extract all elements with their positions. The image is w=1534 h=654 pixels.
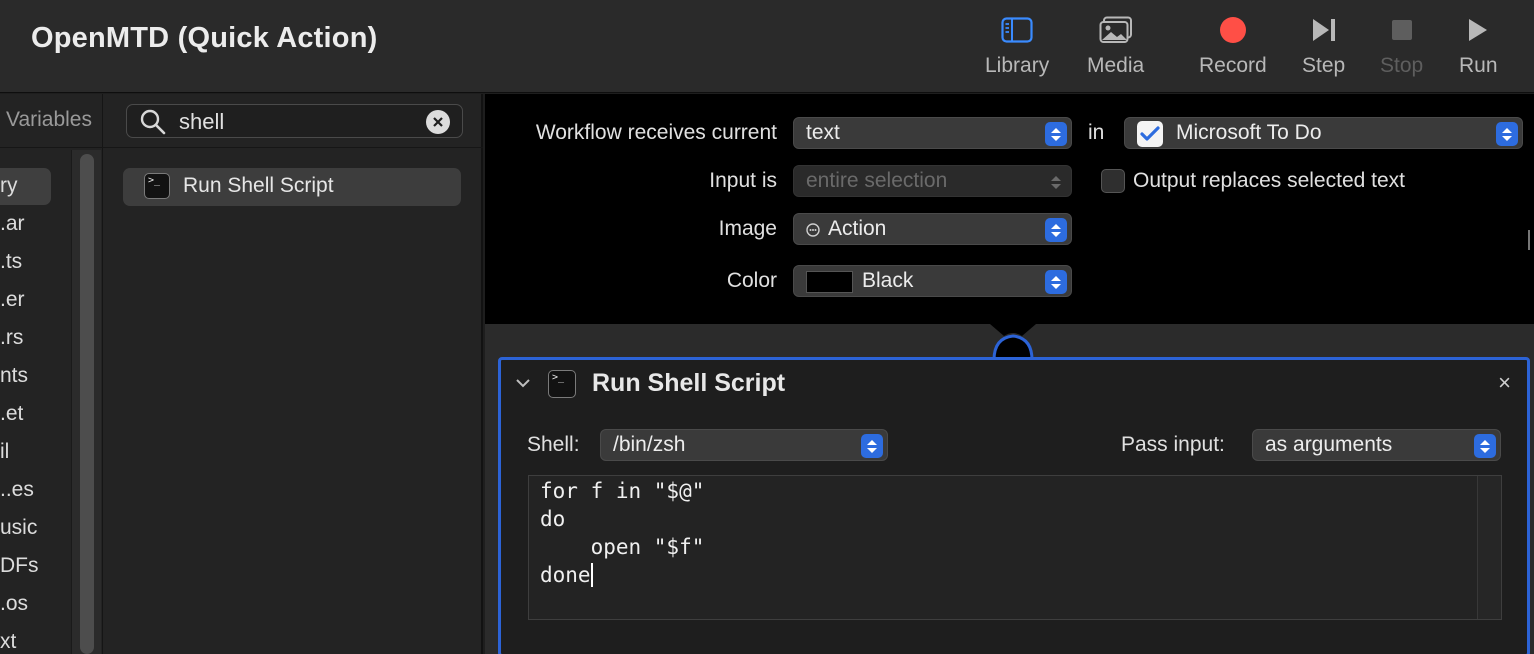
receives-popup[interactable]: text [793, 117, 1072, 149]
action-list-item-label: Run Shell Script [183, 174, 334, 197]
collapse-chevron-icon[interactable] [515, 376, 531, 394]
toolbar: OpenMTD (Quick Action) Library Media Rec… [0, 0, 1534, 93]
scrollbar-thumb[interactable] [80, 154, 94, 654]
pane-divider [0, 147, 483, 148]
popup-chevron-icon [1045, 270, 1067, 294]
category-item[interactable]: usic [0, 516, 37, 540]
clear-search-icon[interactable] [426, 110, 450, 134]
input-is-label: Input is [709, 169, 777, 192]
workflow-body: >_ Run Shell Script × Shell: /bin/zsh Pa… [485, 324, 1534, 654]
step-icon [1310, 10, 1338, 50]
media-button[interactable]: Media [1087, 10, 1144, 88]
image-label: Image [718, 217, 777, 240]
script-line-last: done [540, 563, 593, 587]
terminal-icon: >_ [144, 173, 170, 199]
in-label: in [1088, 121, 1105, 144]
popup-chevron-icon [1045, 170, 1067, 194]
media-label: Media [1087, 54, 1145, 77]
shell-popup[interactable]: /bin/zsh [600, 429, 888, 461]
application-value: Microsoft To Do [1176, 121, 1322, 144]
category-scrollbar[interactable] [71, 150, 101, 654]
popup-chevron-icon [861, 434, 883, 458]
popup-chevron-icon [1496, 122, 1518, 146]
stop-button[interactable]: Stop [1380, 10, 1423, 88]
step-button[interactable]: Step [1302, 10, 1345, 88]
popup-chevron-icon [1045, 218, 1067, 242]
script-editor[interactable]: for f in "$@" do open "$f" done [528, 475, 1502, 620]
pass-input-label: Pass input: [1121, 433, 1225, 456]
category-item[interactable]: nts [0, 364, 28, 388]
record-button[interactable]: Record [1199, 10, 1267, 88]
application-popup[interactable]: Microsoft To Do [1124, 117, 1523, 149]
search-field[interactable]: shell [126, 104, 463, 138]
output-replaces-checkbox[interactable] [1101, 169, 1125, 193]
pass-input-value: as arguments [1265, 433, 1393, 456]
popup-chevron-icon [1045, 122, 1067, 146]
run-label: Run [1459, 54, 1498, 77]
action-list-item[interactable]: >_ Run Shell Script [123, 168, 461, 206]
photos-icon [1099, 10, 1133, 50]
category-item[interactable]: ..es [0, 478, 34, 502]
automator-window: OpenMTD (Quick Action) Library Media Rec… [0, 0, 1534, 654]
workflow-area: Workflow receives current text in Micros… [485, 94, 1534, 654]
image-popup[interactable]: Action [793, 213, 1072, 245]
shell-label: Shell: [527, 433, 580, 456]
input-is-popup[interactable]: entire selection [793, 165, 1072, 197]
library-icon [1001, 10, 1033, 50]
category-item[interactable]: ry [0, 174, 18, 198]
category-item[interactable]: DFs [0, 554, 39, 578]
library-button[interactable]: Library [985, 10, 1049, 88]
category-item[interactable]: .ar [0, 212, 25, 236]
category-item[interactable]: .ts [0, 250, 22, 274]
stop-icon [1390, 10, 1414, 50]
close-icon[interactable]: × [1498, 370, 1511, 396]
popup-chevron-icon [1474, 434, 1496, 458]
color-popup[interactable]: Black [793, 265, 1072, 297]
category-item[interactable]: .er [0, 288, 25, 312]
terminal-icon: >_ [548, 370, 576, 398]
output-replaces-label: Output replaces selected text [1133, 169, 1405, 192]
library-label: Library [985, 54, 1050, 77]
step-label: Step [1302, 54, 1346, 77]
resize-handle[interactable] [1528, 230, 1534, 250]
script-scrollbar[interactable] [1477, 476, 1501, 619]
color-value: Black [862, 269, 914, 292]
script-line: open "$f" [540, 535, 705, 559]
category-item[interactable]: il [0, 440, 9, 464]
workflow-settings: Workflow receives current text in Micros… [485, 94, 1534, 326]
play-icon [1466, 10, 1490, 50]
stop-label: Stop [1380, 54, 1424, 77]
record-icon [1218, 10, 1248, 50]
category-item[interactable]: xt [0, 630, 16, 654]
run-shell-script-action: >_ Run Shell Script × Shell: /bin/zsh Pa… [498, 357, 1530, 654]
text-caret [590, 563, 593, 587]
action-glyph-icon [805, 222, 821, 243]
search-input[interactable]: shell [179, 109, 224, 135]
color-swatch [806, 271, 853, 293]
color-label: Color [726, 269, 777, 292]
record-label: Record [1199, 54, 1267, 77]
script-line: do [540, 507, 566, 531]
pass-input-popup[interactable]: as arguments [1252, 429, 1501, 461]
variables-tab[interactable]: Variables [6, 108, 92, 132]
run-button[interactable]: Run [1459, 10, 1498, 88]
action-title: Run Shell Script [592, 369, 786, 397]
input-is-value: entire selection [806, 169, 948, 192]
category-item[interactable]: .rs [0, 326, 23, 350]
workflow-receives-label: Workflow receives current [535, 121, 777, 144]
shell-value: /bin/zsh [613, 433, 686, 456]
search-icon [139, 108, 167, 141]
category-item[interactable]: .os [0, 592, 28, 616]
receives-value: text [806, 121, 840, 144]
window-title: OpenMTD (Quick Action) [31, 22, 378, 54]
microsoft-to-do-icon [1137, 121, 1163, 147]
category-item[interactable]: .et [0, 402, 23, 426]
image-value: Action [828, 217, 887, 240]
script-line-text: done [540, 563, 591, 587]
script-line: for f in "$@" [540, 479, 705, 503]
